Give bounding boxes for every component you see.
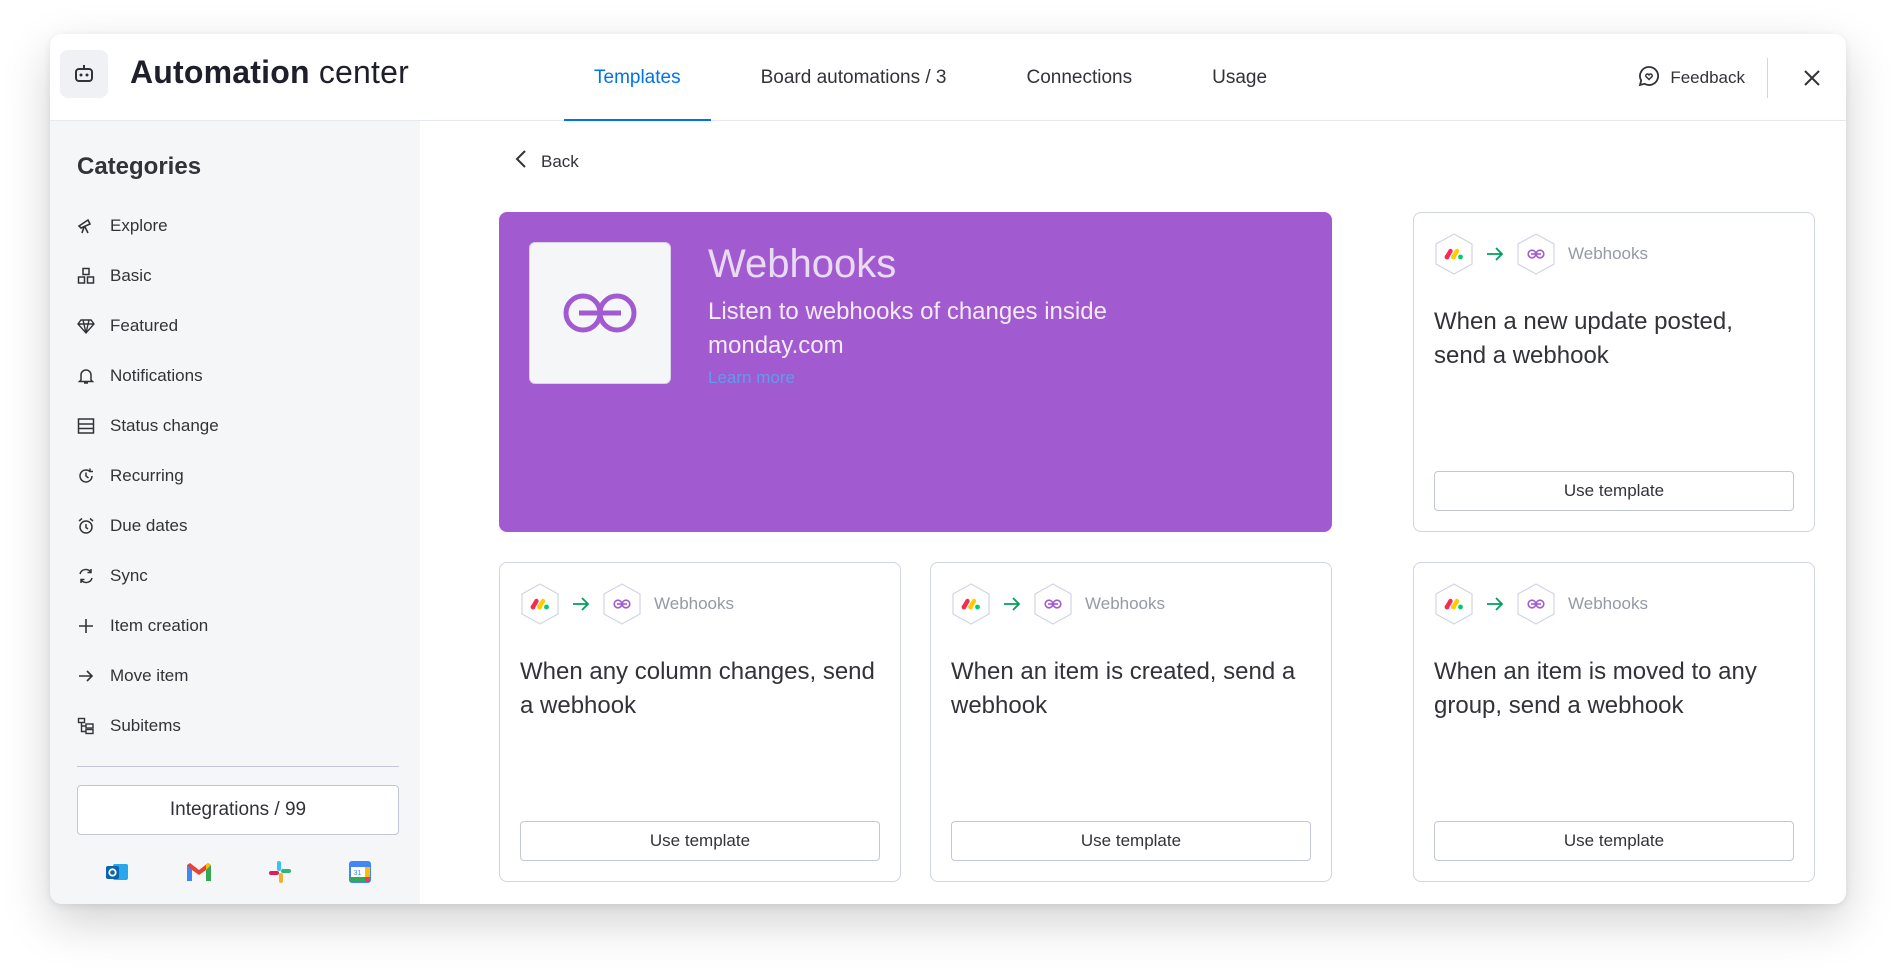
categories-sidebar: Categories Explore Basic Featured Notifi… (50, 121, 420, 904)
robot-icon (60, 50, 108, 98)
card-app-name: Webhooks (654, 594, 735, 613)
webhooks-icon (1517, 583, 1555, 625)
back-label: Back (541, 151, 579, 171)
arrow-right-icon (1487, 247, 1504, 261)
category-basic[interactable]: Basic (76, 251, 396, 301)
webhooks-icon (603, 583, 641, 625)
card-integration-flow: Webhooks (1434, 583, 1648, 625)
arrow-right-icon (1004, 597, 1021, 611)
feedback-button[interactable]: Feedback (1638, 58, 1768, 98)
google-calendar-icon[interactable]: 31 (348, 860, 372, 889)
category-label: Notifications (110, 366, 203, 385)
category-label: Explore (110, 216, 168, 235)
main-content: Back Webhooks Listen to webhooks of chan… (420, 121, 1846, 904)
category-recurring[interactable]: Recurring (76, 451, 396, 501)
category-subitems[interactable]: Subitems (76, 701, 396, 751)
integration-icons: 31 (77, 859, 399, 889)
category-label: Status change (110, 416, 219, 435)
header: Automation center Templates Board automa… (50, 34, 1846, 122)
category-list: Explore Basic Featured Notifications Sta… (76, 201, 396, 751)
use-template-button[interactable]: Use template (1434, 821, 1794, 861)
categories-title: Categories (77, 153, 202, 180)
slack-icon[interactable] (267, 859, 293, 890)
webhooks-icon (1034, 583, 1072, 625)
arrow-right-icon (573, 597, 590, 611)
category-explore[interactable]: Explore (76, 201, 396, 251)
category-status-change[interactable]: Status change (76, 401, 396, 451)
page-title: Automation center (130, 54, 409, 90)
card-app-name: Webhooks (1085, 594, 1166, 613)
card-app-name: Webhooks (1568, 594, 1649, 613)
plus-icon (76, 616, 96, 636)
close-icon[interactable] (1792, 58, 1832, 98)
monday-logo-icon (521, 583, 559, 625)
arrow-right-icon (76, 666, 96, 686)
webhooks-logo-icon (529, 242, 671, 384)
category-move-item[interactable]: Move item (76, 651, 396, 701)
category-label: Basic (110, 266, 152, 285)
card-recipe-text: When any column changes, send a webhook (520, 658, 875, 719)
category-label: Due dates (110, 516, 188, 535)
use-template-button[interactable]: Use template (520, 821, 880, 861)
use-template-button[interactable]: Use template (951, 821, 1311, 861)
feedback-icon (1638, 65, 1660, 92)
telescope-icon (76, 216, 96, 236)
tab-bar: Templates Board automations / 3 Connecti… (564, 34, 1297, 122)
arrow-right-icon (1487, 597, 1504, 611)
sidebar-divider (77, 766, 399, 767)
gmail-icon[interactable] (185, 861, 213, 888)
card-recipe-text: When a new update posted, send a webhook (1434, 308, 1733, 369)
category-label: Sync (110, 566, 148, 585)
monday-logo-icon (952, 583, 990, 625)
category-label: Move item (110, 666, 189, 685)
diamond-icon (76, 316, 96, 336)
hero-title: Webhooks (708, 242, 897, 286)
subitems-icon (76, 716, 96, 736)
card-integration-flow: Webhooks (1434, 233, 1648, 275)
monday-logo-icon (1435, 233, 1473, 275)
bell-icon (76, 366, 96, 386)
back-button[interactable]: Back (515, 149, 579, 174)
category-label: Recurring (110, 466, 184, 485)
category-due-dates[interactable]: Due dates (76, 501, 396, 551)
monday-logo-icon (1435, 583, 1473, 625)
chevron-left-icon (515, 149, 527, 174)
use-template-button[interactable]: Use template (1434, 471, 1794, 511)
category-sync[interactable]: Sync (76, 551, 396, 601)
tab-connections[interactable]: Connections (997, 34, 1163, 121)
template-card: Webhooks When any column changes, send a… (499, 562, 901, 882)
card-recipe-text: When an item is moved to any group, send… (1434, 658, 1757, 719)
shapes-icon (76, 266, 96, 286)
card-app-name: Webhooks (1568, 244, 1649, 263)
category-label: Subitems (110, 716, 181, 735)
webhooks-hero-banner: Webhooks Listen to webhooks of changes i… (499, 212, 1332, 532)
template-card: Webhooks When an item is moved to any gr… (1413, 562, 1815, 882)
tab-board-automations[interactable]: Board automations / 3 (731, 34, 977, 121)
category-label: Item creation (110, 616, 209, 635)
category-item-creation[interactable]: Item creation (76, 601, 396, 651)
table-icon (76, 416, 96, 436)
card-integration-flow: Webhooks (520, 583, 734, 625)
card-integration-flow: Webhooks (951, 583, 1165, 625)
learn-more-link[interactable]: Learn more (708, 368, 795, 388)
recurring-icon (76, 466, 96, 486)
webhooks-icon (1517, 233, 1555, 275)
sync-icon (76, 566, 96, 586)
svg-text:31: 31 (353, 870, 361, 877)
integrations-button[interactable]: Integrations / 99 (77, 785, 399, 835)
hero-description: Listen to webhooks of changes inside mon… (708, 298, 1107, 359)
template-card: Webhooks When an item is created, send a… (930, 562, 1332, 882)
feedback-label: Feedback (1670, 68, 1745, 87)
outlook-icon[interactable] (104, 859, 130, 890)
card-recipe-text: When an item is created, send a webhook (951, 658, 1296, 719)
category-featured[interactable]: Featured (76, 301, 396, 351)
category-notifications[interactable]: Notifications (76, 351, 396, 401)
tab-usage[interactable]: Usage (1182, 34, 1297, 121)
tab-templates[interactable]: Templates (564, 34, 711, 122)
template-card: Webhooks When a new update posted, send … (1413, 212, 1815, 532)
category-label: Featured (110, 316, 179, 335)
alarm-icon (76, 516, 96, 536)
automation-center-window: Automation center Templates Board automa… (50, 34, 1846, 904)
